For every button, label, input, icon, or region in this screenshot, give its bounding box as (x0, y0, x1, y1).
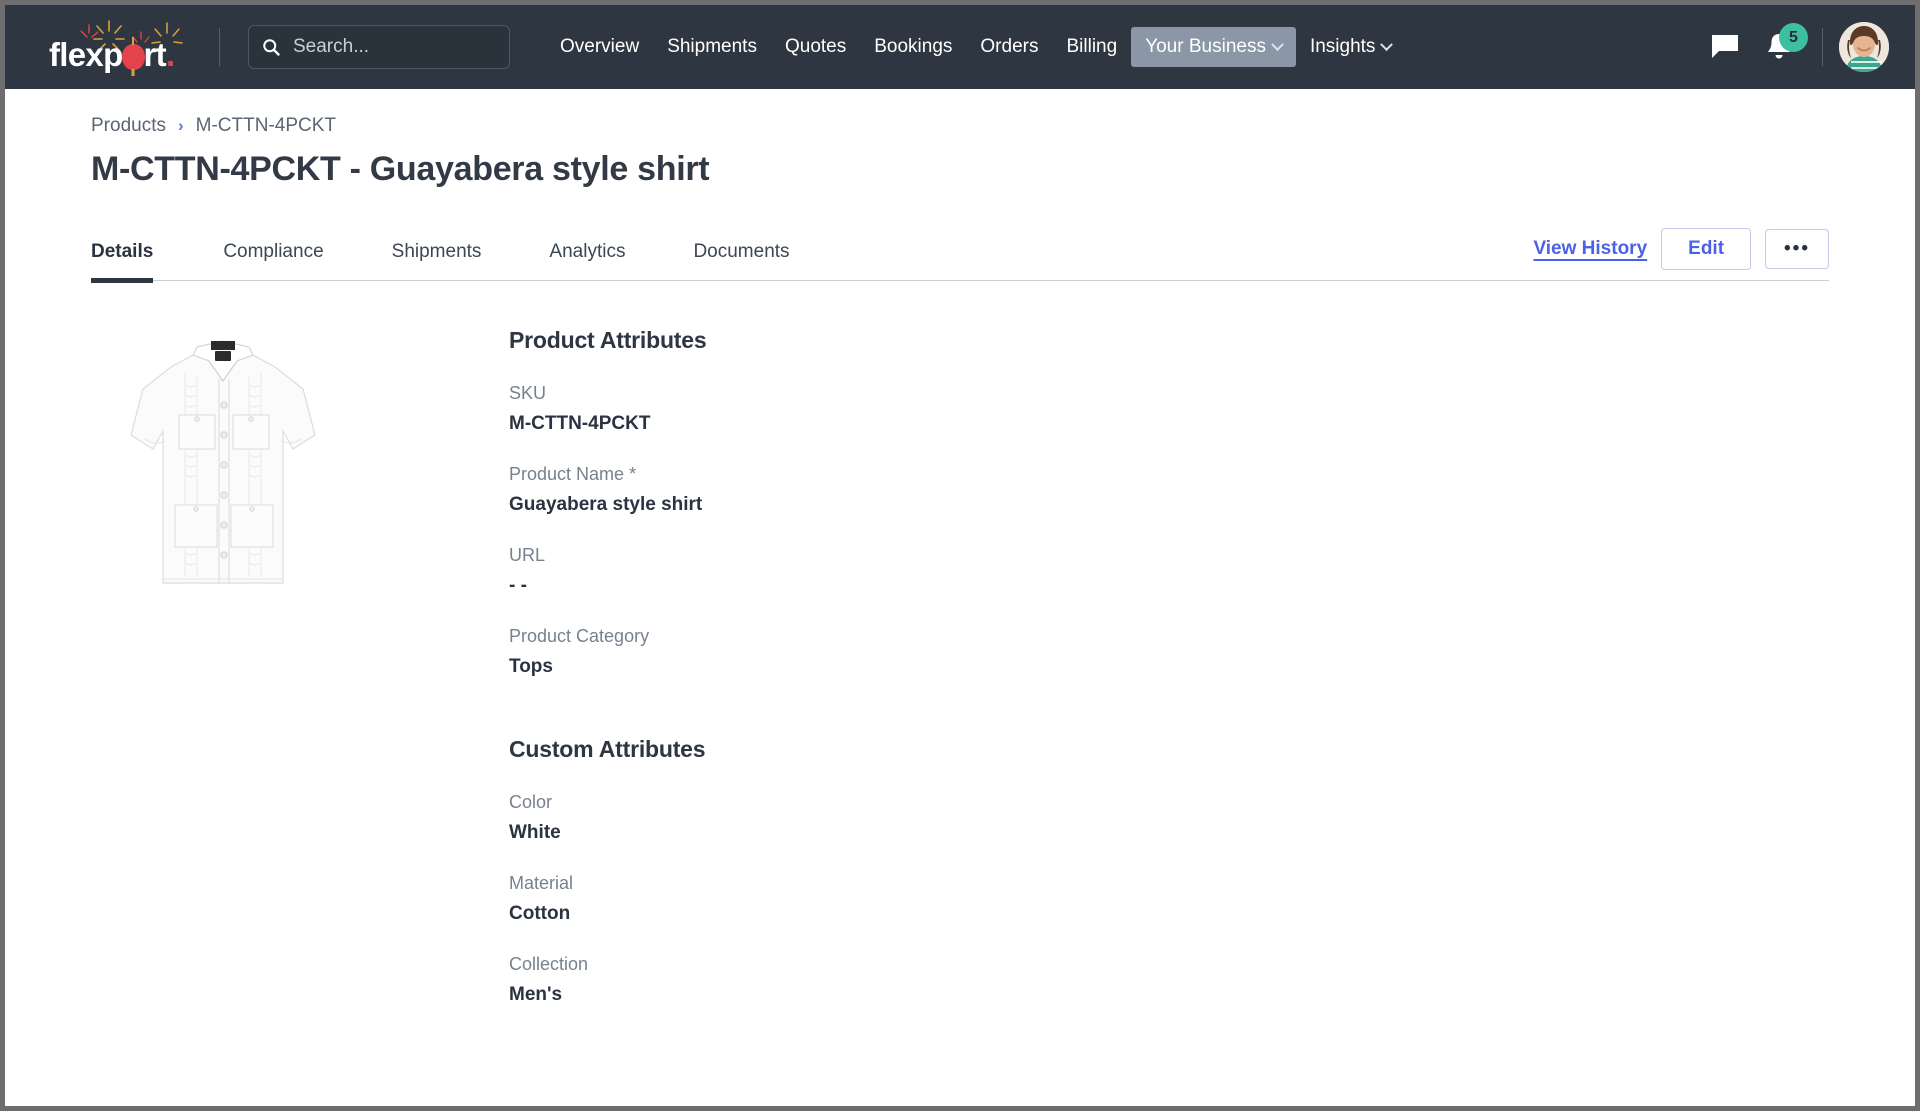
field-product-category: Product Category Tops (509, 626, 706, 678)
view-history-link[interactable]: View History (1533, 238, 1647, 260)
tab-label: Analytics (549, 241, 625, 262)
tab-label: Shipments (392, 241, 482, 262)
field-label-text: Product Name (509, 464, 624, 484)
section-title: Custom Attributes (509, 736, 706, 763)
nav-link-label: Quotes (785, 36, 846, 58)
chevron-down-icon (1271, 38, 1284, 51)
attributes-column: Product Attributes SKU M-CTTN-4PCKT Prod… (391, 327, 706, 1035)
tab-documents[interactable]: Documents (659, 241, 823, 280)
nav-link-label: Shipments (667, 36, 757, 58)
field-label: URL (509, 545, 706, 566)
field-label: Color (509, 792, 706, 813)
field-value: White (509, 822, 706, 844)
custom-attributes-section: Custom Attributes Color White Material C… (509, 736, 706, 1006)
messages-button[interactable] (1698, 20, 1752, 74)
logo-dot: . (166, 36, 174, 73)
logo-text-after: rt (144, 36, 166, 73)
field-value: - - (509, 575, 706, 597)
nav-link-overview[interactable]: Overview (546, 27, 653, 67)
tab-bar: Details Compliance Shipments Analytics D… (91, 223, 1829, 281)
page-title: M-CTTN-4PCKT - Guayabera style shirt (91, 150, 1829, 189)
field-value: Cotton (509, 903, 706, 925)
notifications-button[interactable]: 5 (1752, 20, 1806, 74)
field-label: Material (509, 873, 706, 894)
flexport-logo[interactable]: flexprt. (49, 17, 189, 77)
field-url: URL - - (509, 545, 706, 597)
more-options-button[interactable]: ••• (1765, 229, 1829, 270)
product-photo (123, 327, 323, 597)
search-placeholder: Search... (293, 36, 369, 58)
product-image-column (91, 327, 391, 1035)
tab-shipments[interactable]: Shipments (358, 241, 516, 280)
chevron-down-icon (1381, 38, 1394, 51)
field-color: Color White (509, 792, 706, 844)
field-collection: Collection Men's (509, 954, 706, 1006)
app-window: flexprt. Search... Overview Shipments Qu… (4, 4, 1916, 1107)
tab-analytics[interactable]: Analytics (515, 241, 659, 280)
user-avatar-image (1839, 22, 1889, 72)
top-navigation-bar: flexprt. Search... Overview Shipments Qu… (5, 5, 1915, 89)
field-value: Tops (509, 656, 706, 678)
nav-link-quotes[interactable]: Quotes (771, 27, 860, 67)
nav-link-label: Insights (1310, 36, 1375, 58)
section-title: Product Attributes (509, 327, 706, 354)
breadcrumb-item-products[interactable]: Products (91, 115, 166, 137)
notification-count-badge: 5 (1779, 23, 1808, 52)
logo-divider (219, 28, 220, 66)
lantern-icon (122, 44, 145, 70)
logo-text-before: flexp (49, 36, 123, 73)
nav-link-bookings[interactable]: Bookings (860, 27, 966, 67)
avatar[interactable] (1839, 22, 1889, 72)
nav-link-insights[interactable]: Insights (1296, 27, 1405, 67)
field-label: Collection (509, 954, 706, 975)
tab-label: Documents (693, 241, 789, 262)
breadcrumb-item-current[interactable]: M-CTTN-4PCKT (196, 115, 336, 137)
field-label: Product Name * (509, 464, 706, 485)
tab-label: Details (91, 241, 153, 262)
page-body: Products › M-CTTN-4PCKT M-CTTN-4PCKT - G… (5, 89, 1915, 1035)
primary-nav-links: Overview Shipments Quotes Bookings Order… (546, 27, 1405, 67)
field-label: SKU (509, 383, 706, 404)
logo-wordmark: flexprt. (49, 38, 174, 77)
tab-compliance[interactable]: Compliance (189, 241, 357, 280)
nav-link-shipments[interactable]: Shipments (653, 27, 771, 67)
search-input[interactable]: Search... (248, 25, 510, 69)
nav-link-label: Billing (1066, 36, 1117, 58)
tab-actions: View History Edit ••• (1533, 228, 1829, 280)
field-product-name: Product Name * Guayabera style shirt (509, 464, 706, 516)
tab-details[interactable]: Details (91, 241, 189, 280)
tab-label: Compliance (223, 241, 323, 262)
breadcrumb-separator-icon: › (178, 116, 184, 136)
product-attributes-section: Product Attributes SKU M-CTTN-4PCKT Prod… (509, 327, 706, 678)
field-label: Product Category (509, 626, 706, 647)
field-value: M-CTTN-4PCKT (509, 413, 706, 435)
search-icon (261, 37, 281, 57)
nav-link-label: Your Business (1145, 36, 1266, 58)
nav-utility-group: 5 (1698, 20, 1889, 74)
utility-divider (1822, 28, 1823, 66)
edit-button[interactable]: Edit (1661, 228, 1751, 270)
field-sku: SKU M-CTTN-4PCKT (509, 383, 706, 435)
required-asterisk: * (624, 464, 636, 484)
nav-link-label: Overview (560, 36, 639, 58)
chat-bubble-icon (1711, 34, 1739, 60)
nav-link-label: Orders (980, 36, 1038, 58)
field-material: Material Cotton (509, 873, 706, 925)
details-content: Product Attributes SKU M-CTTN-4PCKT Prod… (91, 281, 1829, 1035)
nav-link-billing[interactable]: Billing (1052, 27, 1131, 67)
field-value: Guayabera style shirt (509, 494, 706, 516)
nav-link-your-business[interactable]: Your Business (1131, 27, 1296, 67)
breadcrumb: Products › M-CTTN-4PCKT (91, 89, 1829, 137)
field-value: Men's (509, 984, 706, 1006)
tab-list: Details Compliance Shipments Analytics D… (91, 241, 824, 280)
nav-link-orders[interactable]: Orders (966, 27, 1052, 67)
nav-link-label: Bookings (874, 36, 952, 58)
